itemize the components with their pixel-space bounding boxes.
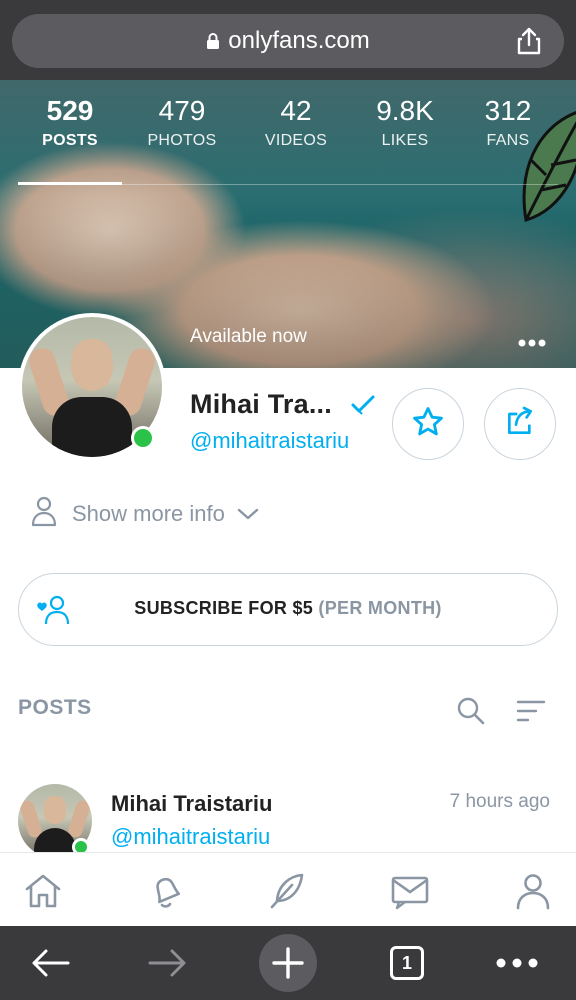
address-bar[interactable]: onlyfans.com — [12, 14, 564, 68]
home-icon[interactable] — [21, 869, 65, 913]
share-profile-button[interactable] — [484, 388, 556, 460]
stat-posts[interactable]: 529 POSTS — [18, 94, 122, 150]
subscribe-period: (PER MONTH) — [318, 598, 442, 618]
lock-icon — [206, 29, 220, 57]
availability-status: Available now — [190, 326, 307, 347]
show-more-info-label: Show more info — [72, 501, 225, 526]
active-tab-indicator — [18, 182, 122, 185]
browser-top-bar: onlyfans.com — [0, 0, 576, 80]
post-author-name[interactable]: Mihai Traistariu — [111, 791, 272, 817]
stat-videos[interactable]: 42 VIDEOS — [244, 94, 348, 150]
stat-label: VIDEOS — [264, 132, 328, 149]
stat-fans[interactable]: 312 FANS — [456, 94, 560, 150]
mail-icon[interactable] — [388, 869, 432, 913]
user-icon — [30, 495, 58, 533]
sort-icon[interactable] — [516, 698, 546, 729]
favorite-button[interactable] — [392, 388, 464, 460]
verified-icon — [350, 394, 376, 421]
star-icon — [411, 405, 445, 444]
online-status-dot — [131, 426, 155, 450]
more-options-icon[interactable] — [518, 334, 546, 352]
search-icon[interactable] — [456, 696, 486, 731]
subscribe-button[interactable]: SUBSCRIBE FOR $5 (PER MONTH) — [18, 573, 558, 646]
arrow-left-icon[interactable] — [28, 938, 72, 988]
stat-value: 479 — [158, 95, 206, 126]
feather-icon[interactable] — [266, 869, 310, 913]
tab-count: 1 — [390, 946, 424, 980]
stat-label: POSTS — [42, 132, 98, 149]
user-icon[interactable] — [511, 869, 555, 913]
subscribe-text: SUBSCRIBE FOR $5 (PER MONTH) — [19, 598, 557, 619]
plus-icon[interactable] — [259, 934, 317, 992]
arrow-right-icon[interactable] — [146, 938, 190, 988]
stat-value: 529 — [46, 95, 94, 126]
stat-label: PHOTOS — [147, 132, 217, 149]
show-more-info[interactable]: Show more info — [30, 495, 259, 533]
app-bottom-nav — [0, 852, 576, 926]
stat-value: 312 — [484, 95, 532, 126]
stat-value: 9.8K — [376, 95, 434, 126]
stat-label: FANS — [486, 132, 530, 149]
stat-likes[interactable]: 9.8K LIKES — [353, 94, 457, 150]
profile-name: Mihai Tra... — [190, 389, 332, 419]
profile-handle[interactable]: @mihaitraistariu — [190, 428, 349, 454]
bell-icon[interactable] — [144, 869, 188, 913]
share-icon[interactable] — [514, 26, 544, 61]
stat-photos[interactable]: 479 PHOTOS — [130, 94, 234, 150]
subscribe-price: SUBSCRIBE FOR $5 — [134, 598, 314, 618]
url-display[interactable]: onlyfans.com — [12, 27, 564, 57]
more-horizontal-icon[interactable] — [494, 938, 540, 988]
share-icon — [504, 406, 536, 443]
url-text: onlyfans.com — [228, 27, 370, 54]
stat-label: LIKES — [381, 132, 429, 149]
chevron-down-icon — [237, 501, 259, 527]
post-timestamp: 7 hours ago — [449, 791, 550, 812]
stat-value: 42 — [280, 95, 312, 126]
browser-bottom-bar: 1 — [0, 926, 576, 1000]
posts-section-title: POSTS — [18, 696, 92, 719]
profile-stats: 529 POSTS 479 PHOTOS 42 VIDEOS 9.8K LIKE… — [18, 94, 560, 185]
tabs-button[interactable]: 1 — [389, 938, 425, 988]
post-author-handle[interactable]: @mihaitraistariu — [111, 824, 270, 850]
